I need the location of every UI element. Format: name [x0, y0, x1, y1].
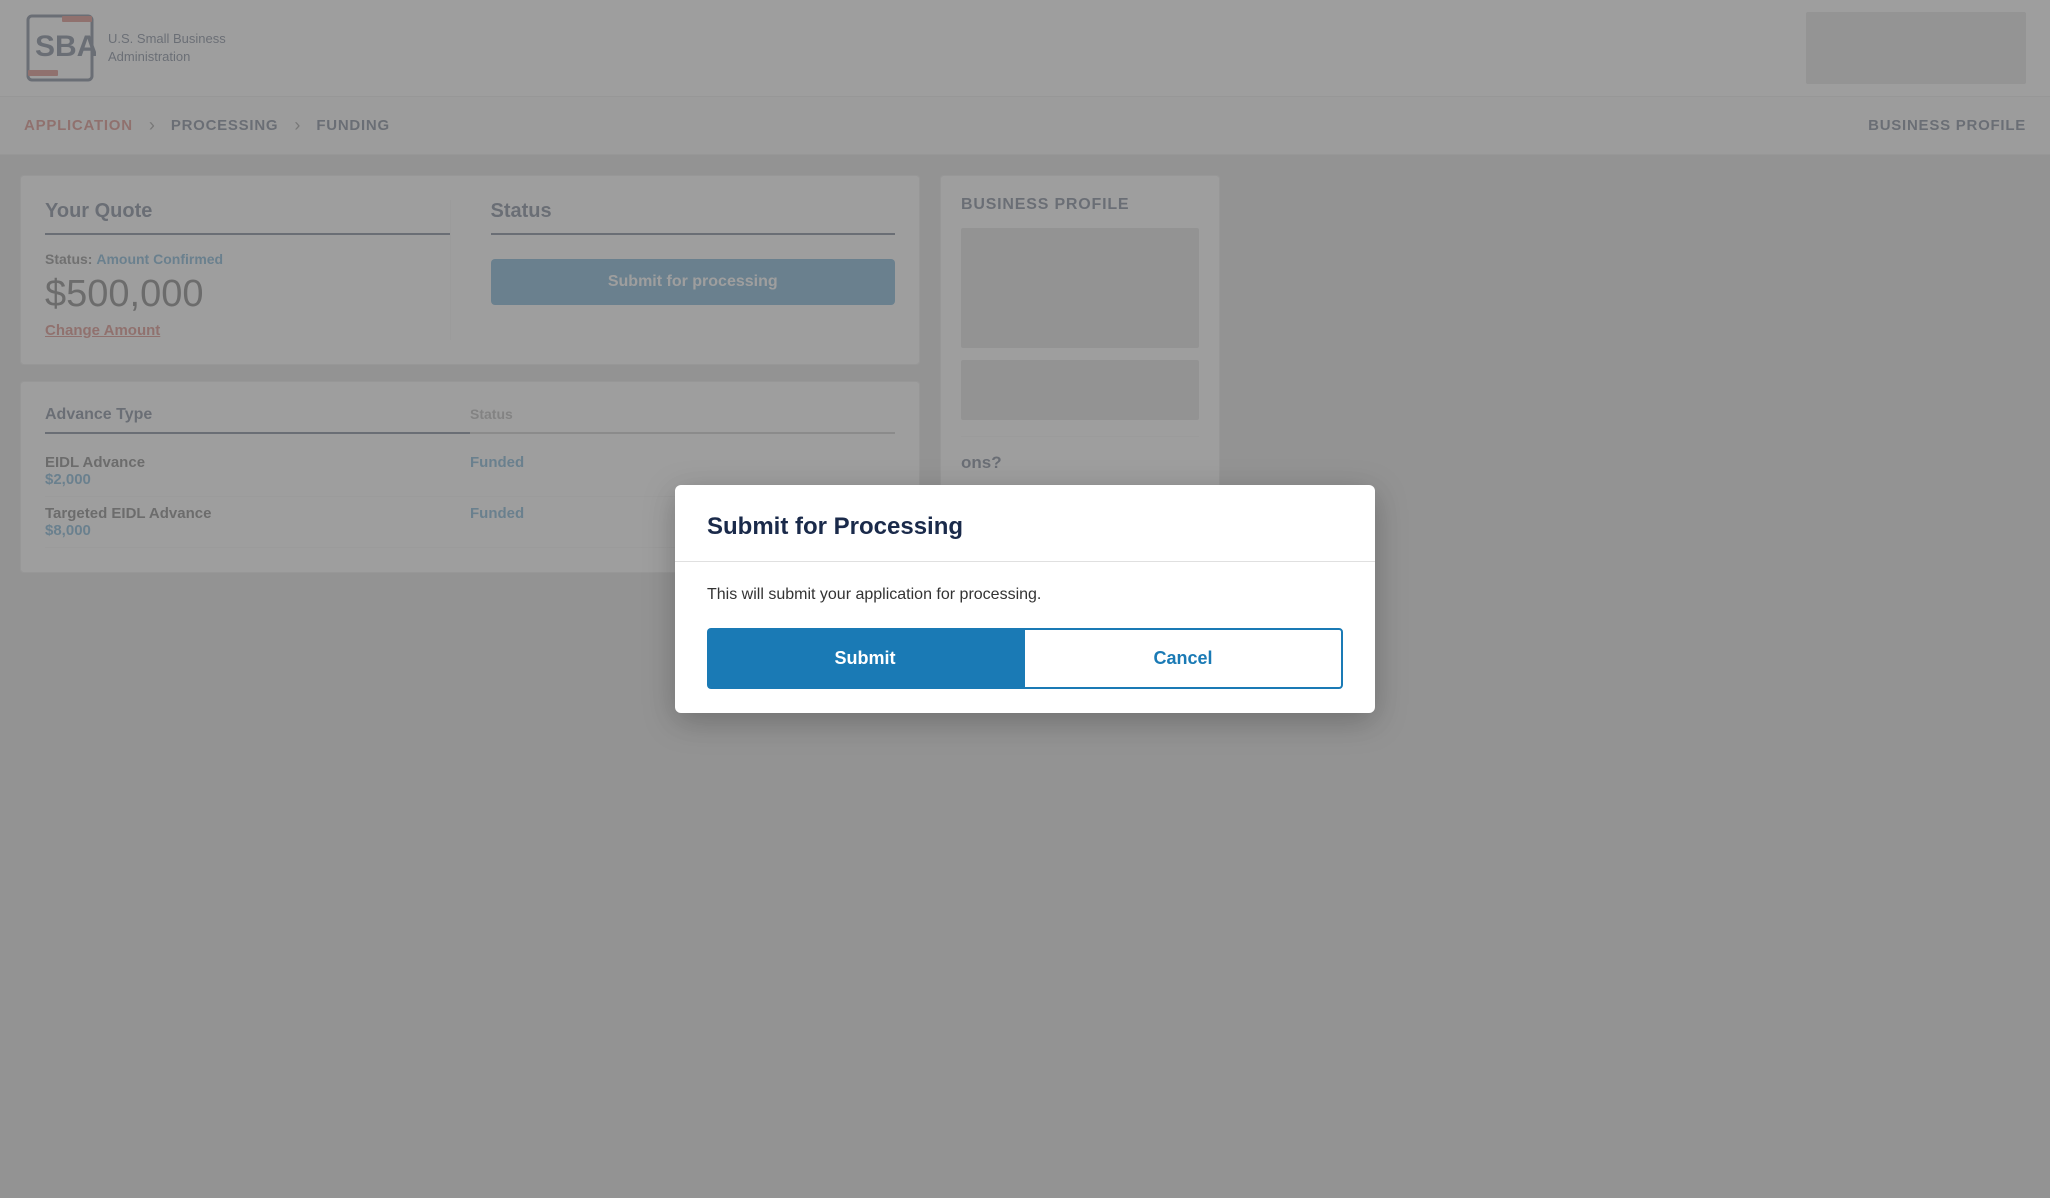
modal-header: Submit for Processing [675, 485, 1375, 562]
modal-cancel-button[interactable]: Cancel [1023, 628, 1343, 689]
modal-actions: Submit Cancel [707, 628, 1343, 689]
modal-submit-button[interactable]: Submit [707, 628, 1023, 689]
submit-processing-modal: Submit for Processing This will submit y… [675, 485, 1375, 713]
modal-body: This will submit your application for pr… [675, 562, 1375, 713]
modal-overlay: Submit for Processing This will submit y… [0, 0, 2050, 1198]
modal-title: Submit for Processing [707, 513, 1343, 541]
modal-description: This will submit your application for pr… [707, 586, 1343, 604]
